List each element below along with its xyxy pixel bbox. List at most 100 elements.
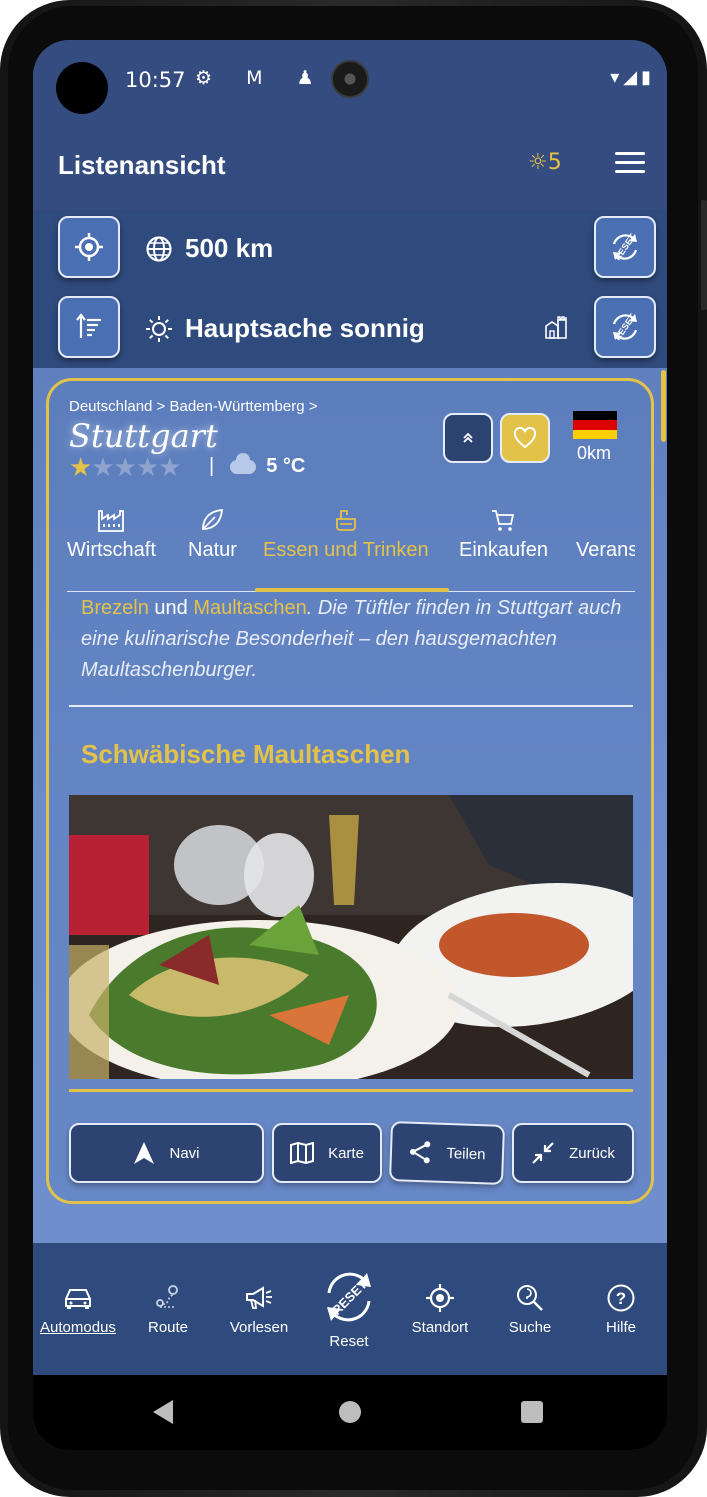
sort-icon (76, 313, 101, 338)
food-icon (335, 510, 356, 531)
star-icon: ★ (69, 453, 92, 483)
star-icon: ★ (135, 453, 159, 483)
crosshair-icon (75, 233, 103, 261)
camera-cutout (56, 62, 108, 114)
location-target-icon (426, 1284, 454, 1312)
germany-flag-icon (573, 411, 617, 439)
sun-icon: ☼ (528, 150, 548, 175)
nav-suche[interactable]: Suche (485, 1281, 575, 1336)
breadcrumb[interactable]: Deutschland > Baden-Württemberg > (69, 398, 317, 415)
distance-reset-button[interactable]: RESET (594, 216, 656, 278)
button-label: Navi (169, 1144, 200, 1162)
place-card: Deutschland > Baden-Württemberg > Stuttg… (46, 378, 654, 1204)
page-title: Listenansicht (58, 150, 226, 180)
sun-outline-icon (146, 315, 172, 342)
tab-einkaufen[interactable]: Einkaufen (459, 505, 548, 562)
nav-vorlesen[interactable]: Vorlesen (214, 1281, 304, 1336)
description-word: und (154, 597, 188, 619)
highlight-link[interactable]: Maultaschen (193, 597, 306, 619)
nav-label: Hilfe (605, 1319, 636, 1336)
section-divider (69, 705, 633, 707)
food-photo-image (69, 795, 633, 1079)
city-name: Stuttgart (69, 417, 218, 455)
distance-filter[interactable]: 500 km (145, 233, 273, 264)
back-icon[interactable] (153, 1400, 173, 1424)
location-button[interactable] (58, 216, 120, 278)
tab-label: Natur (188, 539, 237, 561)
sort-button[interactable] (58, 296, 120, 358)
search-icon (517, 1285, 543, 1311)
recent-apps-icon[interactable] (521, 1401, 543, 1423)
tab-label: Einkaufen (459, 539, 548, 561)
navigation-arrow-icon (134, 1142, 155, 1164)
collapse-button[interactable] (443, 413, 493, 463)
tab-wirtschaft[interactable]: Wirtschaft (67, 505, 156, 562)
food-photo (69, 795, 633, 1079)
temperature: 5 °C (266, 455, 306, 477)
favorite-button[interactable] (500, 413, 550, 463)
rating-stars[interactable]: ★★★★★ (69, 453, 182, 483)
front-camera (331, 60, 369, 98)
bottom-navigation: Automodus Route Vorlesen RESET Reset Sta… (33, 1243, 667, 1375)
share-icon (410, 1141, 431, 1164)
description-text: Brezeln und Maultaschen. Die Tüftler fin… (81, 593, 631, 686)
navi-button[interactable]: Navi (69, 1123, 264, 1183)
tab-veranstaltungen[interactable]: Verans (576, 505, 635, 562)
hamburger-menu-icon[interactable] (615, 152, 645, 174)
megaphone-icon (246, 1286, 272, 1309)
section-title: Schwäbische Maultaschen (81, 739, 411, 769)
sun-count: 5 (547, 150, 562, 175)
nav-route[interactable]: Route (123, 1281, 213, 1336)
svg-text:?: ? (616, 1289, 626, 1308)
nav-label: Reset (329, 1333, 369, 1350)
nav-label: Automodus (40, 1319, 116, 1336)
teilen-button[interactable]: Teilen (388, 1121, 506, 1185)
phone-frame: 10:57 ⚙ M ♟ ♟ ▾◢▮ Listenansicht ☼5 500 k… (0, 0, 707, 1497)
tab-label: Essen und Trinken (263, 539, 429, 561)
status-time: 10:57 (125, 68, 186, 92)
button-label: Zurück (569, 1144, 615, 1162)
map-icon (290, 1142, 315, 1164)
distance-value: 500 km (185, 233, 274, 263)
karte-button[interactable]: Karte (272, 1123, 382, 1183)
star-icon: ★ (158, 453, 181, 483)
volume-button (701, 200, 707, 310)
button-label: Karte (328, 1144, 364, 1162)
tab-essen-und-trinken[interactable]: Essen und Trinken (263, 505, 429, 562)
factory-icon (98, 510, 125, 532)
weather-reset-button[interactable]: RESET (594, 296, 656, 358)
cloud-icon (230, 452, 257, 474)
home-icon[interactable] (339, 1401, 361, 1423)
sun-weather-badge[interactable]: ☼5 (528, 150, 562, 175)
heart-icon (513, 427, 537, 449)
screen: 10:57 ⚙ M ♟ ♟ ▾◢▮ Listenansicht ☼5 500 k… (33, 40, 667, 1450)
nav-label: Standort (411, 1319, 469, 1336)
nav-standort[interactable]: Standort (395, 1281, 485, 1336)
nav-reset[interactable]: RESET Reset (304, 1265, 394, 1350)
tab-natur[interactable]: Natur (188, 505, 237, 562)
leaf-icon (202, 509, 224, 530)
nav-hilfe[interactable]: ? Hilfe (576, 1281, 666, 1336)
double-chevron-up-icon (463, 432, 473, 443)
nav-label: Route (147, 1319, 189, 1336)
photo-divider (69, 1089, 633, 1092)
reset-icon: RESET (327, 1272, 371, 1322)
app-header: Listenansicht ☼5 (33, 120, 667, 210)
castle-icon[interactable] (543, 314, 569, 340)
zurueck-button[interactable]: Zurück (512, 1123, 634, 1183)
star-icon: ★ (113, 453, 137, 483)
weather-filter[interactable]: Hauptsache sonnig (145, 313, 425, 344)
highlight-link[interactable]: Brezeln (81, 597, 149, 619)
globe-icon (146, 235, 172, 262)
nav-label: Vorlesen (229, 1319, 289, 1336)
place-distance: 0km (577, 443, 612, 463)
distance-filter-row: 500 km RESET (33, 210, 667, 290)
active-tab-indicator (255, 588, 449, 592)
category-tabs: Wirtschaft Natur Essen und Trinken Einka… (67, 505, 635, 595)
status-bar: 10:57 ⚙ M ♟ ♟ ▾◢▮ (33, 40, 667, 120)
nav-label: Suche (508, 1319, 552, 1336)
route-icon (156, 1285, 178, 1308)
nav-automodus[interactable]: Automodus (33, 1281, 123, 1336)
help-icon: ? (607, 1284, 635, 1312)
scrollbar-thumb[interactable] (661, 370, 666, 442)
